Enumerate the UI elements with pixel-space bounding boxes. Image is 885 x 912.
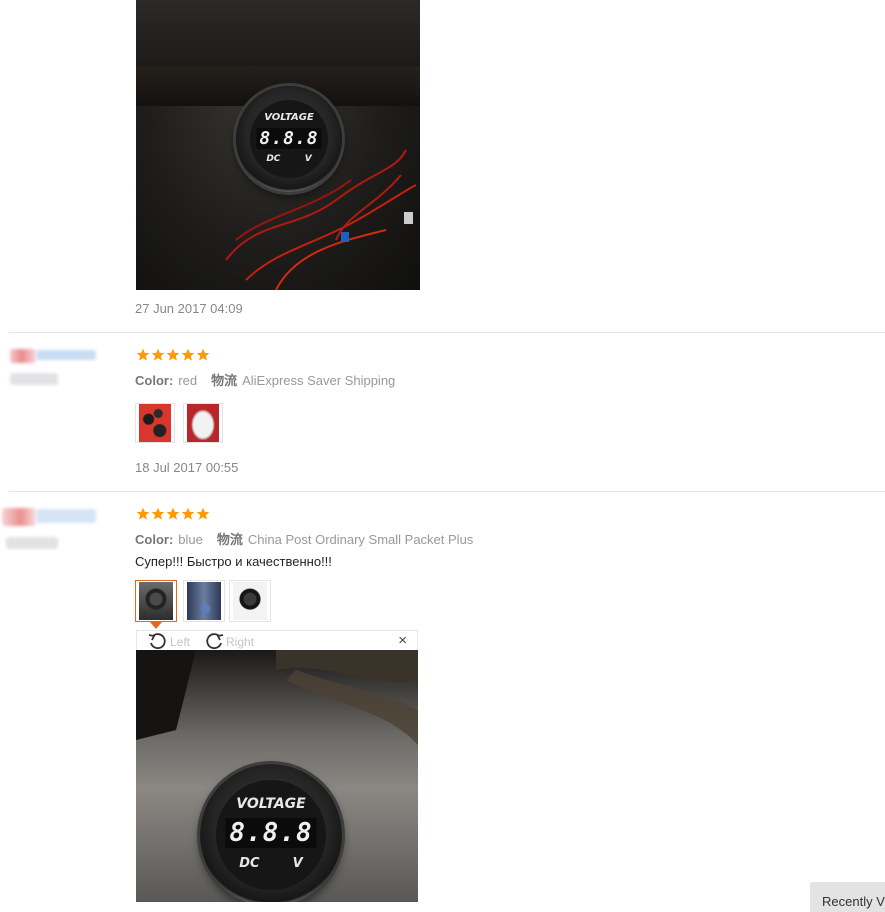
color-label: Color: xyxy=(135,532,174,547)
review-divider xyxy=(9,491,885,492)
review-meta: Color: blue 物流 China Post Ordinary Small Pa… xyxy=(135,529,473,548)
shipping-value: AliExpress Saver Shipping xyxy=(242,373,396,388)
rotate-right-label: Right xyxy=(226,635,255,649)
star-icon xyxy=(166,507,180,520)
reviewer-country-blurred xyxy=(6,537,58,549)
gauge-label-top: VOLTAGE xyxy=(236,796,306,812)
star-icon xyxy=(151,507,165,520)
review-meta: Color: red 物流 AliExpress Saver Shipping xyxy=(135,370,395,389)
reviewer-country-blurred xyxy=(10,373,58,385)
review-thumbnail[interactable] xyxy=(183,403,223,443)
review-thumbnail[interactable] xyxy=(135,403,175,443)
color-label: Color: xyxy=(135,373,174,388)
gauge-dc: DC xyxy=(239,856,260,871)
star-icon xyxy=(166,348,180,361)
gauge-label-bottom: DC V xyxy=(250,154,328,164)
shipping-label: 物流 xyxy=(216,532,243,547)
rotate-right-icon xyxy=(206,633,224,650)
review-divider xyxy=(9,332,885,333)
review-thumbnail[interactable] xyxy=(183,580,225,622)
rating-stars xyxy=(136,507,210,521)
star-icon xyxy=(136,348,150,361)
recently-viewed-button[interactable]: Recently V xyxy=(810,882,885,912)
rotate-left-label: Left xyxy=(170,635,191,649)
rotate-left-icon xyxy=(148,633,166,650)
gauge-dc: DC xyxy=(266,154,281,164)
review-thumbnail-selected[interactable] xyxy=(135,580,177,622)
image-viewer-toolbar: Left Right × xyxy=(136,630,418,650)
reviewer-name-blurred xyxy=(36,350,96,360)
rotate-left-button[interactable]: Left xyxy=(147,632,190,650)
voltage-gauge: VOLTAGE 8.8.8 DC V xyxy=(236,86,342,192)
gauge-label-top: VOLTAGE xyxy=(264,112,314,123)
review-comment: Супер!!! Быстро и качественно!!! xyxy=(135,554,332,569)
star-icon xyxy=(196,507,210,520)
review-date: 18 Jul 2017 00:55 xyxy=(135,460,239,475)
voltage-gauge: VOLTAGE 8.8.8 DC V xyxy=(200,764,342,902)
gauge-v: V xyxy=(292,856,303,871)
star-icon xyxy=(136,507,150,520)
avatar xyxy=(2,508,36,526)
color-value: blue xyxy=(178,532,203,547)
star-icon xyxy=(181,348,195,361)
rating-stars xyxy=(136,348,210,362)
shipping-value: China Post Ordinary Small Packet Plus xyxy=(247,532,474,547)
avatar xyxy=(10,349,36,363)
star-icon xyxy=(196,348,210,361)
review-thumbnail[interactable] xyxy=(229,580,271,622)
gauge-digits: 8.8.8 xyxy=(256,128,322,149)
close-icon[interactable]: × xyxy=(398,632,407,649)
color-value: red xyxy=(178,373,198,388)
review-date: 27 Jun 2017 04:09 xyxy=(135,301,243,316)
thumbnail-pointer xyxy=(150,622,162,629)
star-icon xyxy=(151,348,165,361)
gauge-v: V xyxy=(304,154,312,164)
enlarged-review-photo: VOLTAGE 8.8.8 DC V xyxy=(136,650,418,902)
gauge-label-bottom: DC V xyxy=(216,856,326,871)
gauge-digits: 8.8.8 xyxy=(225,818,317,848)
review-photo-large[interactable]: VOLTAGE 8.8.8 DC V xyxy=(136,0,420,290)
shipping-label: 物流 xyxy=(211,373,238,388)
star-icon xyxy=(181,507,195,520)
reviewer-name-blurred xyxy=(36,509,96,523)
rotate-right-button[interactable]: Right xyxy=(203,632,254,650)
